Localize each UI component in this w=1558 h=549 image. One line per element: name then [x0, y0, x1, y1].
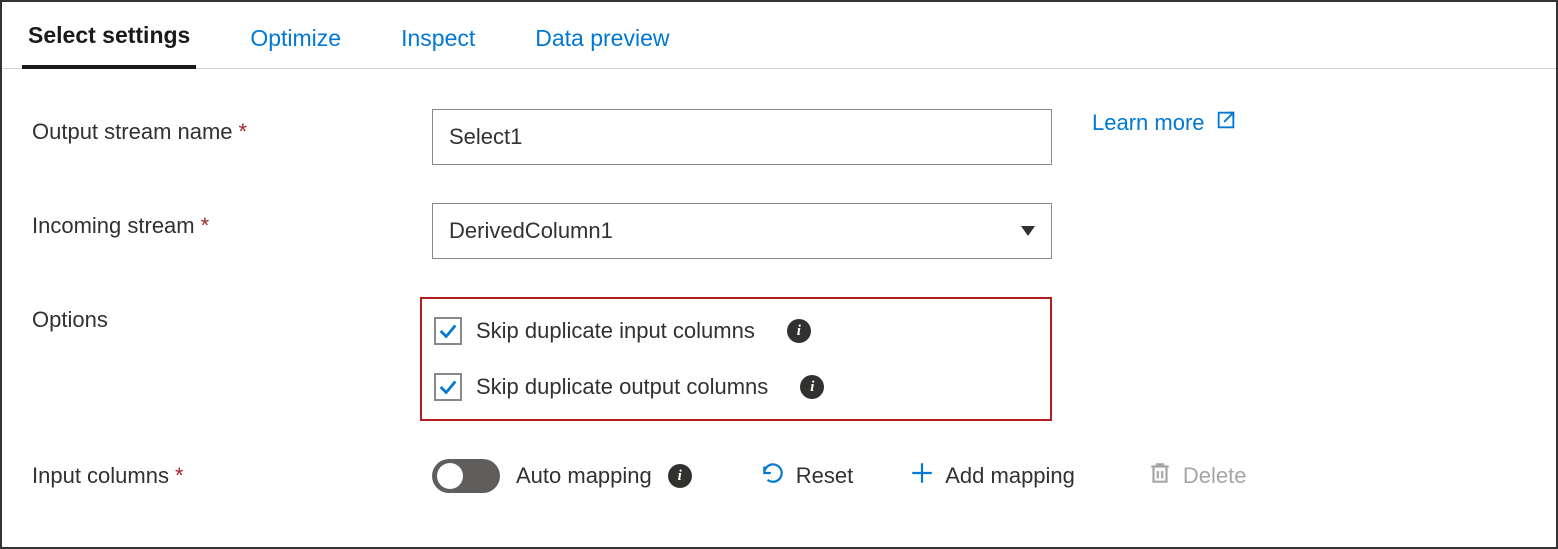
- option-skip-dup-output: Skip duplicate output columns i: [434, 373, 1020, 401]
- output-stream-label: Output stream name*: [32, 109, 432, 145]
- settings-form: Output stream name* Learn more Incoming …: [2, 69, 1556, 493]
- label-skip-dup-input: Skip duplicate input columns: [476, 318, 755, 344]
- tab-inspect[interactable]: Inspect: [395, 5, 481, 68]
- options-label: Options: [32, 297, 432, 333]
- checkbox-skip-dup-input[interactable]: [434, 317, 462, 345]
- toggle-knob: [437, 463, 463, 489]
- input-columns-toolbar: Auto mapping i Reset Add mapping: [432, 459, 1526, 493]
- tab-optimize[interactable]: Optimize: [244, 5, 347, 68]
- auto-mapping-toggle[interactable]: [432, 459, 500, 493]
- auto-mapping-label: Auto mapping i: [516, 463, 692, 489]
- options-highlight-box: Skip duplicate input columns i Skip dupl…: [420, 297, 1052, 421]
- chevron-down-icon: [1021, 226, 1035, 236]
- tab-bar: Select settings Optimize Inspect Data pr…: [2, 2, 1556, 69]
- label-skip-dup-output: Skip duplicate output columns: [476, 374, 768, 400]
- learn-more-link[interactable]: Learn more: [1092, 109, 1237, 137]
- row-output-stream: Output stream name* Learn more: [32, 109, 1526, 165]
- open-external-icon: [1215, 109, 1237, 137]
- required-marker: *: [239, 119, 248, 144]
- output-stream-field: [432, 109, 1052, 165]
- option-skip-dup-input: Skip duplicate input columns i: [434, 317, 1020, 345]
- info-icon[interactable]: i: [787, 319, 811, 343]
- row-input-columns: Input columns* Auto mapping i Reset: [32, 459, 1526, 493]
- checkbox-skip-dup-output[interactable]: [434, 373, 462, 401]
- incoming-stream-value: DerivedColumn1: [449, 218, 613, 244]
- incoming-stream-label: Incoming stream*: [32, 203, 432, 239]
- required-marker: *: [201, 213, 210, 238]
- reset-icon: [760, 460, 786, 492]
- row-options: Options Skip duplicate input columns i S…: [32, 297, 1526, 421]
- add-mapping-button[interactable]: Add mapping: [909, 460, 1075, 492]
- output-stream-input[interactable]: [432, 109, 1052, 165]
- info-icon[interactable]: i: [800, 375, 824, 399]
- check-icon: [437, 320, 459, 342]
- delete-button: Delete: [1147, 460, 1247, 492]
- info-icon[interactable]: i: [668, 464, 692, 488]
- tab-data-preview[interactable]: Data preview: [529, 5, 675, 68]
- tab-select-settings[interactable]: Select settings: [22, 2, 196, 69]
- row-incoming-stream: Incoming stream* DerivedColumn1: [32, 203, 1526, 259]
- incoming-stream-select[interactable]: DerivedColumn1: [432, 203, 1052, 259]
- reset-button[interactable]: Reset: [760, 460, 853, 492]
- input-columns-label: Input columns*: [32, 463, 432, 489]
- plus-icon: [909, 460, 935, 492]
- check-icon: [437, 376, 459, 398]
- trash-icon: [1147, 460, 1173, 492]
- required-marker: *: [175, 463, 184, 488]
